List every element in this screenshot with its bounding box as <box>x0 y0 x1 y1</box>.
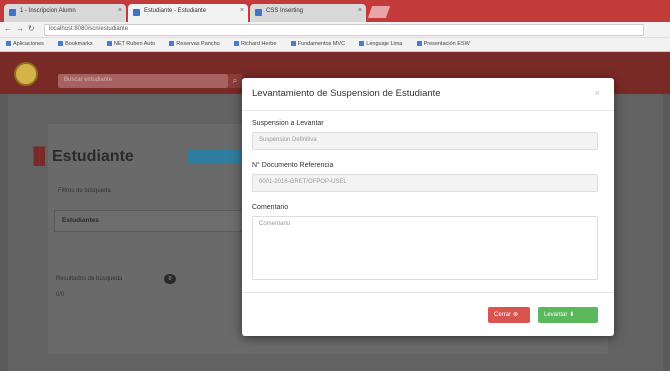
page-title: Estudiante <box>52 148 134 165</box>
search-icon[interactable]: ⌕ <box>228 74 242 88</box>
bookmark-label: NET Ruben Auto <box>113 41 156 47</box>
tab-label: 1 - Inscripcion Alumn <box>20 8 76 14</box>
reload-icon[interactable]: ↻ <box>28 24 35 33</box>
bookmark-item[interactable]: Richard Herbe <box>228 38 282 47</box>
bookmark-icon <box>169 41 175 47</box>
close-button-label: Cerrar <box>494 312 512 318</box>
bookmark-label: Bookmarks <box>65 41 93 47</box>
forward-icon[interactable]: → <box>16 24 24 33</box>
modal-title: Levantamiento de Suspension de Estudiant… <box>252 88 441 99</box>
bookmark-label: Presentación ESW <box>423 41 470 47</box>
lift-suspension-button[interactable]: Levantar ⬇ <box>538 307 598 323</box>
suspension-field[interactable]: Suspension Definitiva <box>252 132 598 150</box>
bookmark-icon <box>233 41 239 47</box>
close-circle-icon: ⊗ <box>513 312 519 318</box>
results-count-badge: 0 <box>164 274 176 284</box>
bookmark-icon <box>416 41 422 47</box>
results-value: 0/0 <box>56 292 65 298</box>
new-tab-button[interactable] <box>367 6 391 18</box>
tab-close-icon[interactable]: × <box>240 7 244 14</box>
url-input[interactable]: localhost:8080/scn/estudiante <box>44 24 644 36</box>
browser-tab-bar: 1 - Inscripcion Alumn × Estudiante - Est… <box>0 0 670 22</box>
results-label: Resultados de búsqueda <box>56 276 123 282</box>
bookmark-icon <box>106 41 112 47</box>
close-icon[interactable]: × <box>595 88 600 98</box>
app-logo <box>14 62 38 86</box>
close-button[interactable]: Cerrar ⊗ <box>488 307 530 323</box>
tab-close-icon[interactable]: × <box>358 7 362 14</box>
search-input[interactable]: Buscar estudiante <box>58 74 228 88</box>
bookmark-label: Fundamentos MVC <box>297 41 346 47</box>
bookmark-label: Aplicaciones <box>13 41 44 47</box>
tab-label: Estudiante - Estudiante <box>144 8 207 14</box>
document-reference-field[interactable]: 0001-2016-GRET/OFPOP-USEL <box>252 174 598 192</box>
tab-favicon-icon <box>9 9 16 16</box>
student-icon: ▐▌ <box>28 148 51 165</box>
table-header-label: Estudiantes <box>62 217 99 224</box>
browser-tab[interactable]: 1 - Inscripcion Alumn × <box>4 4 126 22</box>
comment-textarea[interactable]: Comentario <box>252 216 598 280</box>
new-student-button[interactable] <box>188 150 242 164</box>
tab-close-icon[interactable]: × <box>118 7 122 14</box>
tab-favicon-icon <box>255 9 262 16</box>
comment-label: Comentario <box>252 204 289 211</box>
bookmark-item[interactable]: NET Ruben Auto <box>101 38 161 47</box>
bookmark-label: Lenguaje Lima <box>366 41 403 47</box>
modal-footer-divider <box>242 292 614 293</box>
modal-divider <box>242 110 614 111</box>
tab-label: CSS Inserting <box>266 8 304 14</box>
bookmark-icon <box>359 41 365 47</box>
bookmark-item[interactable]: Reservas Pancho <box>163 38 225 47</box>
bookmark-item[interactable]: Presentación ESW <box>411 38 476 47</box>
browser-tab-active[interactable]: Estudiante - Estudiante × <box>128 4 248 22</box>
document-reference-label: N° Documento Referencia <box>252 162 334 169</box>
bookmark-item[interactable]: Bookmarks <box>52 38 99 47</box>
browser-tab[interactable]: CSS Inserting × <box>250 4 366 22</box>
lift-button-label: Levantar <box>544 312 568 318</box>
suspension-label: Suspension a Levantar <box>252 120 324 127</box>
bookmark-icon <box>58 41 64 47</box>
bookmark-label: Richard Herbe <box>240 41 277 47</box>
bookmark-item[interactable]: Aplicaciones <box>0 38 50 47</box>
bookmark-item[interactable]: Lenguaje Lima <box>353 38 408 47</box>
bookmark-icon <box>6 41 11 47</box>
tab-favicon-icon <box>133 9 140 16</box>
back-icon[interactable]: ← <box>4 24 12 33</box>
bookmark-label: Reservas Pancho <box>176 41 220 47</box>
download-icon: ⬇ <box>569 312 575 318</box>
bookmark-item[interactable]: Fundamentos MVC <box>285 38 351 47</box>
bookmark-icon <box>290 41 296 47</box>
bookmarks-bar: Aplicaciones Bookmarks NET Ruben Auto Re… <box>0 38 670 52</box>
address-bar: ← → ↻ localhost:8080/scn/estudiante <box>0 22 670 38</box>
filter-label: Filtros de búsqueda <box>58 188 111 194</box>
suspension-lift-modal: Levantamiento de Suspension de Estudiant… <box>242 78 614 336</box>
